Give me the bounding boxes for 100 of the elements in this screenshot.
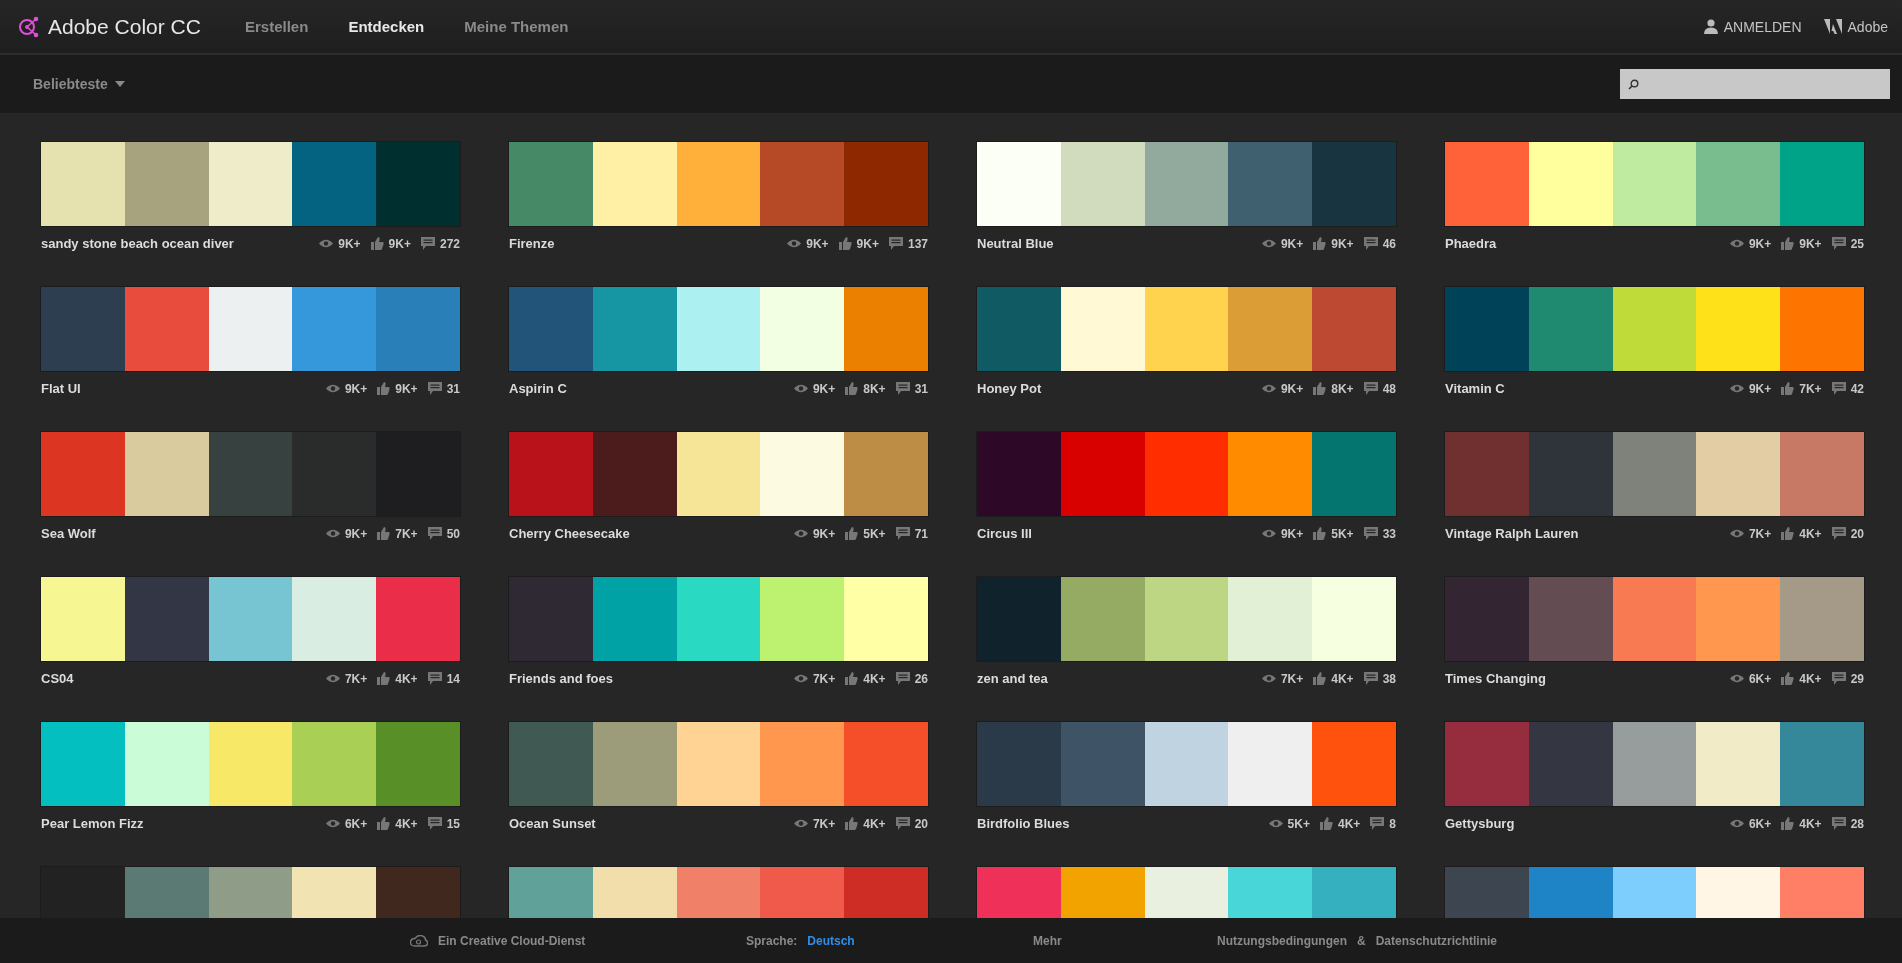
palette-swatches[interactable] <box>41 142 460 226</box>
ampersand: & <box>1357 933 1366 948</box>
palette-swatches[interactable] <box>509 577 928 661</box>
palette-swatches[interactable] <box>41 722 460 806</box>
palette-swatches[interactable] <box>509 432 928 516</box>
comment-icon <box>1363 382 1378 395</box>
language-link[interactable]: Deutsch <box>807 933 855 948</box>
theme-name[interactable]: Vitamin C <box>1445 381 1505 396</box>
theme-name[interactable]: Circus III <box>977 526 1032 541</box>
more-link[interactable]: Mehr <box>1033 933 1062 948</box>
eye-icon <box>787 239 802 248</box>
like-count: 5K+ <box>1331 526 1354 541</box>
theme-name[interactable]: Pear Lemon Fizz <box>41 816 144 831</box>
view-count: 7K+ <box>1280 671 1304 686</box>
thumbs-up-icon <box>1313 527 1327 540</box>
sign-in-link[interactable]: ANMELDEN <box>1703 18 1802 35</box>
palette-swatches[interactable] <box>41 577 460 661</box>
like-count: 7K+ <box>395 526 418 541</box>
comment-count: 71 <box>914 526 928 541</box>
sort-dropdown[interactable]: Beliebteste <box>33 76 125 92</box>
comment-icon <box>1831 672 1846 685</box>
sign-in-label[interactable]: ANMELDEN <box>1723 18 1802 35</box>
comment-count: 28 <box>1850 816 1864 831</box>
search-field[interactable] <box>1620 69 1890 99</box>
view-count: 7K+ <box>812 671 836 686</box>
thumbs-up-icon <box>370 237 384 250</box>
palette-swatches[interactable] <box>1445 287 1864 371</box>
view-count: 9K+ <box>1748 236 1772 251</box>
thumbs-up-icon <box>845 817 859 830</box>
theme-name[interactable]: Times Changing <box>1445 671 1546 686</box>
privacy-link[interactable]: Datenschutzrichtlinie <box>1375 933 1497 948</box>
theme-name[interactable]: Neutral Blue <box>977 236 1054 251</box>
theme-name[interactable]: Vintage Ralph Lauren <box>1445 526 1579 541</box>
palette-swatches[interactable] <box>977 577 1396 661</box>
comment-icon <box>1831 382 1846 395</box>
palette-swatches[interactable] <box>977 432 1396 516</box>
eye-icon <box>1261 239 1276 248</box>
theme-name[interactable]: Gettysburg <box>1445 816 1515 831</box>
theme-name[interactable]: sandy stone beach ocean diver <box>41 236 234 251</box>
theme-name[interactable]: Sea Wolf <box>41 526 96 541</box>
comment-count: 25 <box>1850 236 1864 251</box>
theme-name[interactable]: CS04 <box>41 671 74 686</box>
palette-swatches[interactable] <box>41 432 460 516</box>
view-count: 6K+ <box>1748 671 1772 686</box>
view-count: 5K+ <box>1287 816 1310 831</box>
palette-swatches[interactable] <box>509 287 928 371</box>
like-count: 4K+ <box>1331 671 1354 686</box>
view-count: 7K+ <box>344 671 368 686</box>
thumbs-up-icon <box>1313 237 1327 250</box>
comment-icon <box>895 817 910 830</box>
like-count: 4K+ <box>863 671 886 686</box>
view-count: 9K+ <box>344 526 368 541</box>
eye-icon <box>325 529 340 538</box>
eye-icon <box>325 674 340 683</box>
comment-count: 26 <box>914 671 928 686</box>
view-count: 9K+ <box>812 381 836 396</box>
theme-name[interactable]: Honey Pot <box>977 381 1042 396</box>
view-count: 9K+ <box>806 236 829 251</box>
eye-icon <box>1261 674 1276 683</box>
nav-tab[interactable]: Entdecken <box>348 18 425 35</box>
theme-name[interactable]: Ocean Sunset <box>509 816 596 831</box>
comment-icon <box>1370 817 1385 830</box>
like-count: 8K+ <box>863 381 886 396</box>
palette-swatches[interactable] <box>1445 577 1864 661</box>
theme-name[interactable]: Cherry Cheesecake <box>509 526 630 541</box>
adobe-label[interactable]: Adobe <box>1847 18 1888 35</box>
thumbs-up-icon <box>377 672 391 685</box>
theme-name[interactable]: Birdfolio Blues <box>977 816 1070 831</box>
palette-swatches[interactable] <box>509 722 928 806</box>
like-count: 9K+ <box>395 381 418 396</box>
comment-icon <box>420 237 435 250</box>
theme-name[interactable]: Firenze <box>509 236 555 251</box>
theme-name[interactable]: Friends and foes <box>509 671 614 686</box>
thumbs-up-icon <box>838 237 852 250</box>
adobe-link[interactable]: Adobe <box>1823 18 1888 35</box>
comment-count: 46 <box>1382 236 1396 251</box>
nav-tab[interactable]: Erstellen <box>245 18 309 35</box>
theme-name[interactable]: Phaedra <box>1445 236 1497 251</box>
app-title[interactable]: Adobe Color CC <box>48 14 201 39</box>
palette-swatches[interactable] <box>977 287 1396 371</box>
theme-name[interactable]: Flat UI <box>41 381 81 396</box>
palette-swatches[interactable] <box>1445 722 1864 806</box>
palette-swatches[interactable] <box>977 142 1396 226</box>
palette-swatches[interactable] <box>41 287 460 371</box>
search-icon <box>1628 78 1639 90</box>
thumbs-up-icon <box>1781 817 1795 830</box>
palette-swatches[interactable] <box>977 722 1396 806</box>
theme-name[interactable]: Aspirin C <box>509 381 567 396</box>
palette-swatches[interactable] <box>1445 432 1864 516</box>
eye-icon <box>1729 819 1744 828</box>
like-count: 7K+ <box>1799 381 1822 396</box>
comment-count: 42 <box>1850 381 1864 396</box>
logo-icon[interactable] <box>18 15 40 38</box>
palette-swatches[interactable] <box>1445 142 1864 226</box>
terms-link[interactable]: Nutzungsbedingungen <box>1217 933 1347 948</box>
view-count: 6K+ <box>344 816 368 831</box>
nav-tab[interactable]: Meine Themen <box>464 18 569 35</box>
palette-swatches[interactable] <box>509 142 928 226</box>
comment-count: 14 <box>446 671 460 686</box>
theme-name[interactable]: zen and tea <box>977 671 1048 686</box>
